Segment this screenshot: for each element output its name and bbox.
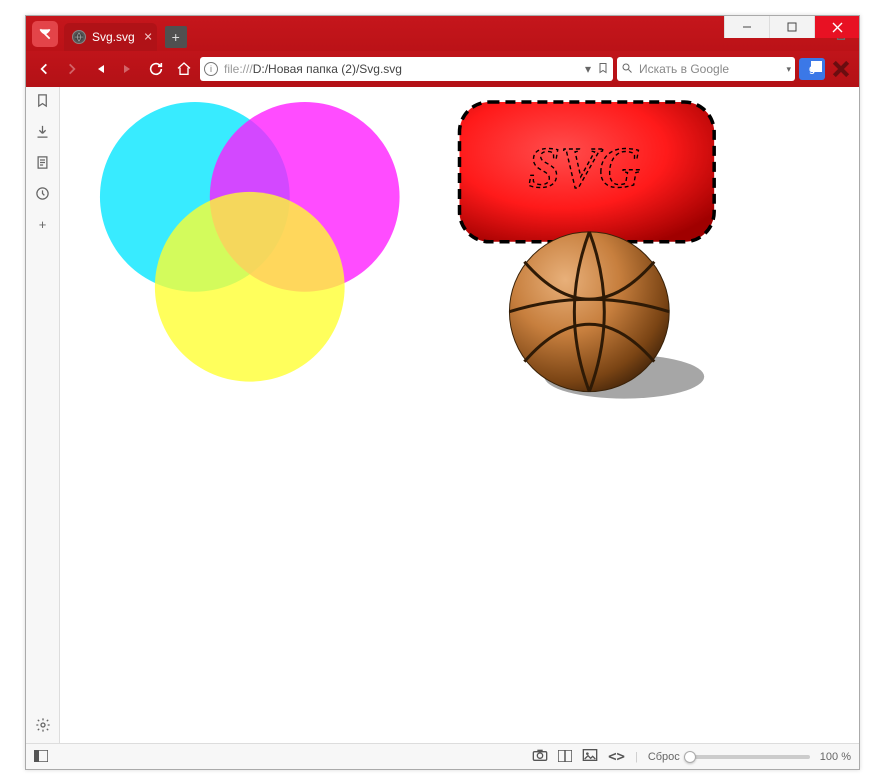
- url-text: file:///D:/Новая папка (2)/Svg.svg: [224, 62, 579, 76]
- info-icon[interactable]: i: [204, 62, 218, 76]
- translate-button[interactable]: g: [799, 58, 825, 80]
- svg-text: SVG: [528, 135, 641, 200]
- basketball: [509, 232, 704, 399]
- globe-icon: [72, 30, 86, 44]
- history-panel-icon[interactable]: [35, 186, 50, 205]
- bookmarks-panel-icon[interactable]: [35, 93, 50, 112]
- gear-icon[interactable]: [35, 717, 51, 737]
- tiling-icon[interactable]: [558, 749, 572, 765]
- chevron-down-icon[interactable]: ▾: [786, 64, 791, 75]
- window-controls: [724, 16, 859, 38]
- fast-forward-button[interactable]: [116, 57, 140, 81]
- panel-toggle-icon[interactable]: [34, 749, 48, 765]
- page-actions-icon[interactable]: <>: [608, 749, 625, 765]
- search-icon: [621, 62, 633, 77]
- add-panel-button[interactable]: +: [39, 217, 47, 232]
- rewind-button[interactable]: [88, 57, 112, 81]
- downloads-panel-icon[interactable]: [35, 124, 50, 143]
- side-panel: +: [26, 87, 60, 743]
- close-window-button[interactable]: [814, 16, 859, 38]
- toolbar: i file:///D:/Новая папка (2)/Svg.svg ▾ И…: [26, 51, 859, 87]
- tab-title: Svg.svg: [92, 30, 135, 44]
- page-content: SVG: [60, 87, 859, 743]
- url-input[interactable]: i file:///D:/Новая папка (2)/Svg.svg ▾: [200, 57, 613, 81]
- extension-icon[interactable]: [829, 57, 853, 81]
- new-tab-button[interactable]: +: [165, 26, 187, 48]
- venn-diagram: [100, 102, 400, 382]
- home-button[interactable]: [172, 57, 196, 81]
- svg-badge: SVG: [459, 102, 714, 242]
- zoom-reset-button[interactable]: Сброс: [648, 751, 680, 763]
- bookmark-icon[interactable]: [597, 61, 609, 78]
- chevron-down-icon[interactable]: ▾: [585, 62, 591, 76]
- titlebar: Svg.svg ✕ +: [26, 16, 859, 51]
- status-bar: <> | Сброс 100 %: [26, 743, 859, 769]
- zoom-slider[interactable]: [690, 755, 810, 759]
- zoom-value: 100 %: [820, 751, 851, 763]
- camera-icon[interactable]: [532, 748, 548, 765]
- tab-svg[interactable]: Svg.svg ✕: [64, 23, 157, 51]
- notes-panel-icon[interactable]: [35, 155, 50, 174]
- search-input[interactable]: Искать в Google ▾: [617, 57, 795, 81]
- image-toggle-icon[interactable]: [582, 748, 598, 765]
- reload-button[interactable]: [144, 57, 168, 81]
- app-icon[interactable]: [32, 21, 58, 47]
- search-placeholder: Искать в Google: [639, 62, 780, 76]
- close-icon[interactable]: ✕: [143, 31, 152, 44]
- forward-button[interactable]: [60, 57, 84, 81]
- back-button[interactable]: [32, 57, 56, 81]
- minimize-button[interactable]: [724, 16, 769, 38]
- maximize-button[interactable]: [769, 16, 814, 38]
